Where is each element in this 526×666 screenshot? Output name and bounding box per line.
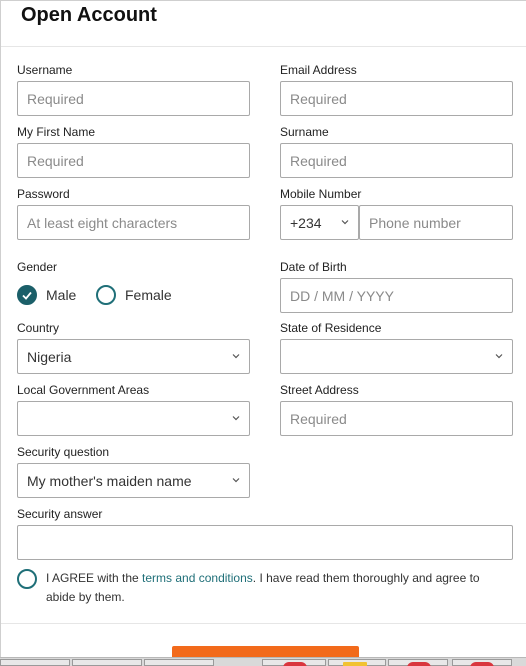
password-field[interactable] <box>17 205 250 240</box>
security-answer-field[interactable] <box>17 525 513 560</box>
street-address-input[interactable] <box>281 402 512 435</box>
first-name-label: My First Name <box>17 125 95 139</box>
country-label: Country <box>17 321 60 335</box>
chevron-down-icon <box>341 220 349 225</box>
taskbar-item[interactable] <box>72 659 142 666</box>
security-answer-input[interactable] <box>18 526 512 559</box>
check-icon <box>22 291 32 300</box>
country-code-value: +234 <box>290 215 322 231</box>
chevron-down-icon <box>495 354 503 359</box>
gender-male-radio[interactable] <box>17 285 37 305</box>
lga-label: Local Government Areas <box>17 383 150 397</box>
gender-female-label[interactable]: Female <box>125 287 172 303</box>
security-question-label: Security question <box>17 445 110 459</box>
footer-divider <box>1 623 526 624</box>
dob-field[interactable] <box>280 278 513 313</box>
first-name-field[interactable] <box>17 143 250 178</box>
taskbar-item[interactable] <box>0 659 70 666</box>
state-label: State of Residence <box>280 321 382 335</box>
app-icon[interactable] <box>407 662 431 666</box>
email-label: Email Address <box>280 63 357 77</box>
username-field[interactable] <box>17 81 250 116</box>
security-question-select[interactable]: My mother's maiden name <box>17 463 250 498</box>
phone-number-input[interactable] <box>360 206 512 239</box>
lga-select[interactable] <box>17 401 250 436</box>
phone-number-field[interactable] <box>359 205 513 240</box>
taskbar-item[interactable] <box>144 659 214 666</box>
security-question-value: My mother's maiden name <box>27 473 192 489</box>
email-input[interactable] <box>281 82 512 115</box>
password-label: Password <box>17 187 70 201</box>
folder-icon[interactable] <box>343 662 367 666</box>
street-address-field[interactable] <box>280 401 513 436</box>
chevron-down-icon <box>232 354 240 359</box>
agree-checkbox[interactable] <box>17 569 37 589</box>
dialog-header: Open Account <box>1 1 526 47</box>
street-label: Street Address <box>280 383 359 397</box>
dob-label: Date of Birth <box>280 260 347 274</box>
gender-label: Gender <box>17 260 58 274</box>
terms-link[interactable]: terms and conditions <box>142 571 253 585</box>
username-input[interactable] <box>18 82 249 115</box>
surname-label: Surname <box>280 125 329 139</box>
gender-male-label[interactable]: Male <box>46 287 76 303</box>
country-value: Nigeria <box>27 349 72 365</box>
open-account-dialog: Open Account Username Email Address My F… <box>0 0 526 666</box>
agreement-text: I AGREE with the terms and conditions. I… <box>46 569 496 607</box>
country-code-select[interactable]: +234 <box>280 205 359 240</box>
username-label: Username <box>17 63 73 77</box>
first-name-input[interactable] <box>18 144 249 177</box>
agreement-prefix: I AGREE with the <box>46 571 143 585</box>
security-answer-label: Security answer <box>17 507 103 521</box>
dialog-title: Open Account <box>21 4 157 26</box>
mobile-label: Mobile Number <box>280 187 362 201</box>
chevron-down-icon <box>232 416 240 421</box>
app-icon[interactable] <box>470 662 494 666</box>
country-select[interactable]: Nigeria <box>17 339 250 374</box>
app-icon[interactable] <box>283 662 307 666</box>
email-field[interactable] <box>280 81 513 116</box>
password-input[interactable] <box>18 206 249 239</box>
surname-field[interactable] <box>280 143 513 178</box>
state-select[interactable] <box>280 339 513 374</box>
dob-input[interactable] <box>281 279 512 312</box>
surname-input[interactable] <box>281 144 512 177</box>
chevron-down-icon <box>232 478 240 483</box>
gender-female-radio[interactable] <box>96 285 116 305</box>
